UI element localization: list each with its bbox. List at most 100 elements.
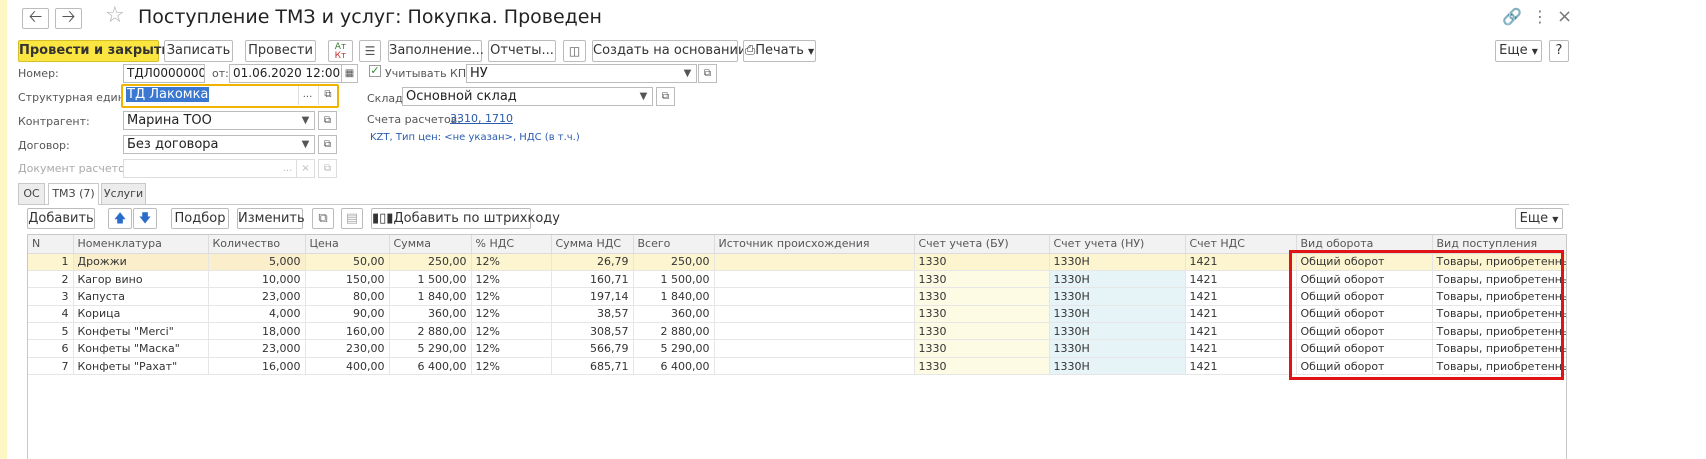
table-cell[interactable]: 1421 xyxy=(1185,305,1297,324)
table-cell[interactable]: 12% xyxy=(471,305,552,324)
create-based-on-button[interactable]: Создать на основании ▼ xyxy=(592,40,757,62)
open-icon[interactable]: ⧉ xyxy=(318,111,337,130)
table-cell[interactable]: Общий оборот xyxy=(1296,357,1433,376)
table-cell[interactable]: 12% xyxy=(471,322,552,341)
table-cell[interactable]: 1330Н xyxy=(1049,270,1186,289)
table-cell[interactable]: Конфеты "Маска" xyxy=(73,339,209,358)
table-cell[interactable]: Товары, приобретенные с... xyxy=(1432,357,1566,376)
table-cell[interactable]: 1330Н xyxy=(1049,322,1186,341)
table-cell[interactable]: 1330Н xyxy=(1049,339,1186,358)
column-header[interactable]: Вид оборота xyxy=(1296,235,1433,254)
table-cell[interactable]: 12% xyxy=(471,339,552,358)
table-cell[interactable]: 6 400,00 xyxy=(389,357,472,376)
help-button[interactable]: ? xyxy=(1549,40,1569,62)
post-and-close-button[interactable]: Провести и закрыть xyxy=(18,40,170,62)
copy-icon[interactable]: ⧉ xyxy=(312,208,334,229)
table-cell[interactable]: 150,00 xyxy=(305,270,390,289)
print-button[interactable]: ⎙Печать ▼ xyxy=(743,40,816,62)
table-cell[interactable]: 360,00 xyxy=(389,305,472,324)
table-cell[interactable]: 1330Н xyxy=(1049,287,1186,306)
table-cell[interactable]: 16,000 xyxy=(208,357,306,376)
column-header[interactable]: Счет НДС xyxy=(1185,235,1297,254)
table-cell[interactable]: 1330 xyxy=(914,339,1050,358)
table-cell[interactable]: 160,00 xyxy=(305,322,390,341)
forward-arrow-icon[interactable]: 🡢 xyxy=(55,8,82,29)
add-by-barcode-button[interactable]: ▮▯▮Добавить по штрихкоду xyxy=(371,208,560,229)
table-row[interactable]: 1 Дрожжи 5,000 50,00 250,00 12% 26,79 250,00 133… xyxy=(28,253,1566,271)
table-cell[interactable]: 250,00 xyxy=(633,253,715,271)
table-cell[interactable]: 1 xyxy=(28,253,74,271)
table-cell[interactable]: Товары, приобретенные с... xyxy=(1432,270,1566,289)
column-header[interactable]: Источник происхождения xyxy=(714,235,915,254)
table-row[interactable]: 6 Конфеты "Маска" 23,000 230,00 5 290,00 12% 5… xyxy=(28,339,1566,358)
table-cell[interactable]: 80,00 xyxy=(305,287,390,306)
chevron-down-icon[interactable]: ▼ xyxy=(297,135,315,154)
table-cell[interactable]: Дрожжи xyxy=(73,253,209,271)
chevron-down-icon[interactable]: ▼ xyxy=(297,111,315,130)
table-cell[interactable]: 566,79 xyxy=(551,339,634,358)
table-cell[interactable]: Товары, приобретенные с... xyxy=(1432,253,1566,271)
back-arrow-icon[interactable]: 🡠 xyxy=(22,8,49,29)
table-cell[interactable]: 230,00 xyxy=(305,339,390,358)
table-cell[interactable]: 1330Н xyxy=(1049,305,1186,324)
price-info-link[interactable]: KZT, Тип цен: <не указан>, НДС (в т.ч.) xyxy=(370,132,580,143)
table-cell[interactable] xyxy=(714,287,915,306)
chevron-down-icon[interactable]: ▼ xyxy=(679,64,697,83)
table-row[interactable]: 7 Конфеты "Рахат" 16,000 400,00 6 400,00 12% 6… xyxy=(28,357,1566,376)
date-field[interactable]: 01.06.2020 12:00:00 xyxy=(229,64,342,83)
table-cell[interactable]: 1421 xyxy=(1185,253,1297,271)
table-row[interactable]: 3 Капуста 23,000 80,00 1 840,00 12% 197,14 1 84… xyxy=(28,287,1566,306)
edit-button[interactable]: Изменить xyxy=(237,208,305,229)
table-cell[interactable]: 1330 xyxy=(914,305,1050,324)
open-icon[interactable]: ⧉ xyxy=(318,86,337,105)
table-cell[interactable]: 2 880,00 xyxy=(389,322,472,341)
move-down-icon[interactable]: 🡇 xyxy=(133,208,157,229)
post-button[interactable]: Провести xyxy=(245,40,316,62)
chevron-down-icon[interactable]: ▼ xyxy=(635,87,653,106)
table-cell[interactable]: 1 500,00 xyxy=(633,270,715,289)
table-cell[interactable]: 1330 xyxy=(914,253,1050,271)
table-cell[interactable]: 38,57 xyxy=(551,305,634,324)
table-row[interactable]: 2 Кагор вино 10,000 150,00 1 500,00 12% 160,71… xyxy=(28,270,1566,289)
column-header[interactable]: Номенклатура xyxy=(73,235,209,254)
tab-services[interactable]: Услуги xyxy=(101,183,146,204)
dt-kt-icon[interactable]: Ат Кт xyxy=(328,40,353,62)
column-header[interactable]: Счет учета (НУ) xyxy=(1049,235,1186,254)
table-cell[interactable]: 12% xyxy=(471,253,552,271)
table-cell[interactable] xyxy=(714,253,915,271)
table-cell[interactable]: 1421 xyxy=(1185,322,1297,341)
more-button[interactable]: Еще ▼ xyxy=(1495,40,1542,62)
counterparty-field[interactable]: Марина ТОО xyxy=(123,111,298,130)
table-cell[interactable] xyxy=(714,270,915,289)
table-cell[interactable]: 18,000 xyxy=(208,322,306,341)
open-icon[interactable]: ⧉ xyxy=(318,135,337,154)
struct-unit-field[interactable]: ТД Лакомка xyxy=(123,86,298,105)
table-cell[interactable] xyxy=(714,357,915,376)
table-cell[interactable]: 12% xyxy=(471,287,552,306)
contract-field[interactable]: Без договора xyxy=(123,135,298,154)
fill-button[interactable]: Заполнение... xyxy=(388,40,484,62)
move-up-icon[interactable]: 🡅 xyxy=(108,208,132,229)
table-cell[interactable]: 26,79 xyxy=(551,253,634,271)
accounts-link[interactable]: 3310, 1710 xyxy=(450,112,513,125)
table-cell[interactable]: 12% xyxy=(471,270,552,289)
table-cell[interactable]: Общий оборот xyxy=(1296,270,1433,289)
table-cell[interactable]: 2 xyxy=(28,270,74,289)
kpn-select[interactable]: НУ xyxy=(466,64,680,83)
table-cell[interactable]: Общий оборот xyxy=(1296,322,1433,341)
table-row[interactable]: 5 Конфеты "Merci" 18,000 160,00 2 880,00 12% 3… xyxy=(28,322,1566,341)
save-button[interactable]: Записать xyxy=(164,40,233,62)
table-cell[interactable]: Общий оборот xyxy=(1296,253,1433,271)
column-header[interactable]: Сумма xyxy=(389,235,472,254)
table-cell[interactable]: 1330 xyxy=(914,270,1050,289)
table-cell[interactable]: 5,000 xyxy=(208,253,306,271)
column-header[interactable]: % НДС xyxy=(471,235,552,254)
table-cell[interactable]: Конфеты "Рахат" xyxy=(73,357,209,376)
warehouse-field[interactable]: Основной склад xyxy=(402,87,636,106)
column-header[interactable]: Вид поступления xyxy=(1432,235,1566,254)
add-row-button[interactable]: Добавить xyxy=(27,208,95,229)
table-cell[interactable]: 1421 xyxy=(1185,287,1297,306)
calendar-icon[interactable]: ▦ xyxy=(341,64,358,83)
pick-button[interactable]: Подбор xyxy=(171,208,229,229)
paste-icon[interactable]: ▤ xyxy=(341,208,363,229)
